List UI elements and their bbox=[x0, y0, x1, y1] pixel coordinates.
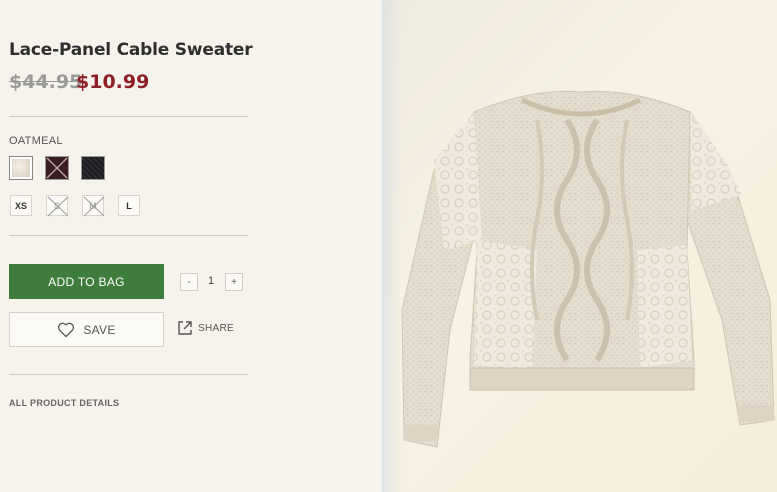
unavailable-cross-icon bbox=[46, 157, 68, 179]
quantity-increment-button[interactable]: + bbox=[225, 273, 243, 291]
divider bbox=[9, 374, 248, 375]
selected-color-label: OATMEAL bbox=[9, 135, 63, 147]
product-title: Lace-Panel Cable Sweater bbox=[9, 40, 253, 60]
share-label: SHARE bbox=[198, 322, 234, 334]
sale-price: $10.99 bbox=[76, 71, 150, 93]
product-image bbox=[382, 0, 777, 492]
size-label: L bbox=[126, 200, 132, 211]
size-s[interactable]: S bbox=[46, 195, 69, 217]
swatch-black[interactable] bbox=[81, 156, 105, 180]
swatch-black-fill bbox=[82, 157, 104, 179]
sweater-image bbox=[401, 90, 775, 448]
original-price: $44.95 bbox=[9, 71, 83, 93]
add-to-bag-button[interactable]: ADD TO BAG bbox=[9, 264, 164, 299]
quantity-value: 1 bbox=[207, 275, 215, 287]
size-l[interactable]: L bbox=[118, 195, 140, 216]
size-label: XS bbox=[14, 200, 27, 211]
size-m[interactable]: M bbox=[82, 195, 105, 217]
heart-icon bbox=[58, 322, 75, 337]
unavailable-cross-icon bbox=[47, 196, 69, 217]
product-info-panel: Lace-Panel Cable Sweater $44.95 $10.99 O… bbox=[0, 0, 382, 492]
swatch-burgundy-fill bbox=[46, 157, 68, 179]
share-icon bbox=[178, 321, 192, 335]
quantity-decrement-button[interactable]: - bbox=[180, 273, 198, 291]
size-xs[interactable]: XS bbox=[10, 195, 32, 216]
swatch-oatmeal[interactable] bbox=[9, 156, 33, 180]
all-product-details-link[interactable]: ALL PRODUCT DETAILS bbox=[9, 398, 119, 408]
unavailable-cross-icon bbox=[83, 196, 105, 217]
swatch-oatmeal-fill bbox=[12, 159, 30, 177]
save-label: SAVE bbox=[83, 322, 116, 337]
swatch-burgundy[interactable] bbox=[45, 156, 69, 180]
save-button[interactable]: SAVE bbox=[9, 312, 164, 347]
share-button[interactable]: SHARE bbox=[177, 320, 234, 336]
divider bbox=[9, 116, 248, 117]
divider bbox=[9, 235, 248, 236]
